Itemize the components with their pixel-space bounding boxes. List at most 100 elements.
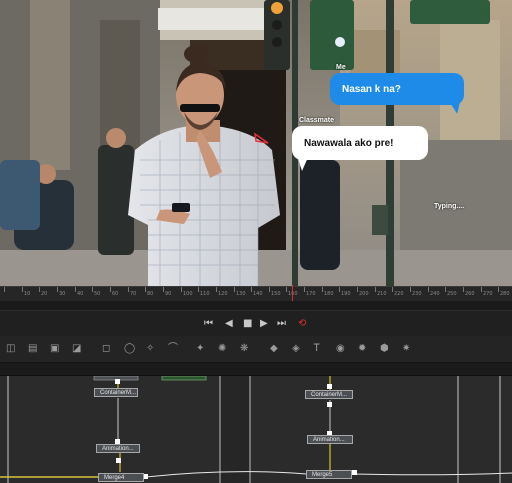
- light3d-icon[interactable]: ✹: [358, 342, 366, 356]
- bg-tool-icon[interactable]: ◫: [6, 342, 15, 356]
- ruler-tick: [198, 287, 199, 292]
- ruler-tick: [4, 287, 5, 292]
- ruler-label: 140: [253, 291, 263, 297]
- node-label: ContainerM...: [100, 390, 137, 396]
- ruler-tick: [57, 287, 58, 292]
- node-label: ContainerM...: [311, 392, 348, 398]
- ruler-label: 40: [77, 291, 84, 297]
- node-containermerge-right[interactable]: ContainerM...: [305, 390, 353, 399]
- typing-indicator: Typing....: [434, 203, 465, 210]
- ruler-tick: [392, 287, 393, 292]
- playhead[interactable]: [292, 285, 293, 301]
- play-icon[interactable]: ▶: [260, 317, 268, 331]
- classmate-bubble-tail: [297, 155, 309, 171]
- rectangle-mask-icon[interactable]: ◻: [102, 342, 110, 356]
- ruler-label: 220: [394, 291, 404, 297]
- merge-tool-icon[interactable]: ◪: [72, 342, 81, 356]
- ruler-label: 60: [112, 291, 119, 297]
- ruler-tick: [75, 287, 76, 292]
- ruler-label: 130: [236, 291, 246, 297]
- ruler-label: 260: [465, 291, 475, 297]
- me-bubble-tail: [448, 99, 464, 115]
- text3d-icon[interactable]: Ꭲ: [314, 342, 320, 356]
- ruler-tick: [445, 287, 446, 292]
- ruler-tick: [339, 287, 340, 292]
- ruler-tick: [304, 287, 305, 292]
- node-editor-header: [0, 363, 512, 376]
- ruler-tick: [463, 287, 464, 292]
- renderer3d-icon[interactable]: ⬢: [380, 342, 389, 356]
- ruler-label: 270: [483, 291, 493, 297]
- ruler-tick: [269, 287, 270, 292]
- stop-icon[interactable]: ■: [243, 317, 252, 331]
- me-message-text: Nasan k na?: [342, 83, 401, 95]
- play-reverse-icon[interactable]: ◀: [225, 317, 233, 331]
- ruler-label: 250: [447, 291, 457, 297]
- node-containermerge-left[interactable]: ContainerM...: [94, 388, 138, 397]
- node-label: Merge5: [312, 472, 333, 478]
- fbx-icon[interactable]: ✷: [402, 342, 410, 356]
- ruler-tick: [481, 287, 482, 292]
- ruler-tick: [92, 287, 93, 292]
- ruler-label: 90: [165, 291, 172, 297]
- ruler-tick: [163, 287, 164, 292]
- ruler-label: 120: [218, 291, 228, 297]
- text-tool-icon[interactable]: ▣: [50, 342, 59, 356]
- transport-controls: ⏮ ◀ ■ ▶ ⏭ ⟲: [0, 310, 512, 337]
- particle-style-icon[interactable]: ❋: [240, 342, 248, 356]
- ruler-label: 180: [324, 291, 334, 297]
- me-sender-label: Me: [336, 64, 346, 71]
- ruler-label: 80: [147, 291, 154, 297]
- ruler-tick: [216, 287, 217, 292]
- ruler-tick: [39, 287, 40, 292]
- node-animation-right[interactable]: Animation...: [307, 435, 353, 444]
- loop-icon[interactable]: ⟲: [298, 317, 306, 331]
- time-ruler[interactable]: 1020304050607080901001101201301401501601…: [0, 285, 512, 302]
- camera3d-icon[interactable]: ◉: [336, 342, 345, 356]
- particle-emitter-icon[interactable]: ✦: [196, 342, 204, 356]
- merge3d-icon[interactable]: ◈: [292, 342, 300, 356]
- node-connections: [0, 376, 512, 483]
- ruler-tick: [286, 287, 287, 292]
- node-animation-left[interactable]: Animation...: [96, 444, 140, 453]
- ruler-tick: [110, 287, 111, 292]
- bspline-mask-icon[interactable]: ⌒: [168, 342, 178, 356]
- ruler-tick: [428, 287, 429, 292]
- shape3d-icon[interactable]: ◆: [270, 342, 278, 356]
- ruler-label: 150: [271, 291, 281, 297]
- node-merge5[interactable]: Merge5: [306, 470, 352, 479]
- skip-to-end-icon[interactable]: ⏭: [277, 317, 286, 331]
- paint-tool-icon[interactable]: ▤: [28, 342, 37, 356]
- node-editor[interactable]: ContainerM... ContainerM... Animation...…: [0, 376, 512, 483]
- classmate-message-bubble: Nawawala ako pre!: [292, 126, 428, 160]
- ruler-label: 280: [500, 291, 510, 297]
- ruler-label: 70: [130, 291, 137, 297]
- ruler-label: 100: [183, 291, 193, 297]
- ruler-tick: [128, 287, 129, 292]
- ellipse-mask-icon[interactable]: ◯: [124, 342, 135, 356]
- ruler-tick: [322, 287, 323, 292]
- ruler-label: 110: [200, 291, 210, 297]
- ruler-label: 240: [430, 291, 440, 297]
- ruler-label: 10: [24, 291, 31, 297]
- particle-render-icon[interactable]: ✺: [218, 342, 226, 356]
- node-label: Animation...: [102, 446, 134, 452]
- ruler-label: 210: [377, 291, 387, 297]
- node-merge4[interactable]: Merge4: [98, 473, 144, 482]
- ruler-tick: [357, 287, 358, 292]
- node-label: Animation...: [313, 437, 345, 443]
- ruler-label: 50: [94, 291, 101, 297]
- ruler-label: 30: [59, 291, 66, 297]
- ruler-label: 230: [412, 291, 422, 297]
- ruler-label: 170: [306, 291, 316, 297]
- ruler-tick: [181, 287, 182, 292]
- skip-to-start-icon[interactable]: ⏮: [204, 317, 213, 331]
- me-message-bubble: Nasan k na?: [330, 73, 464, 105]
- ruler-tick: [145, 287, 146, 292]
- ruler-tick: [251, 287, 252, 292]
- polygon-mask-icon[interactable]: ✧: [146, 342, 154, 356]
- node-label: Merge4: [104, 475, 125, 481]
- ruler-tick: [498, 287, 499, 292]
- ruler-tick: [375, 287, 376, 292]
- ruler-label: 20: [41, 291, 48, 297]
